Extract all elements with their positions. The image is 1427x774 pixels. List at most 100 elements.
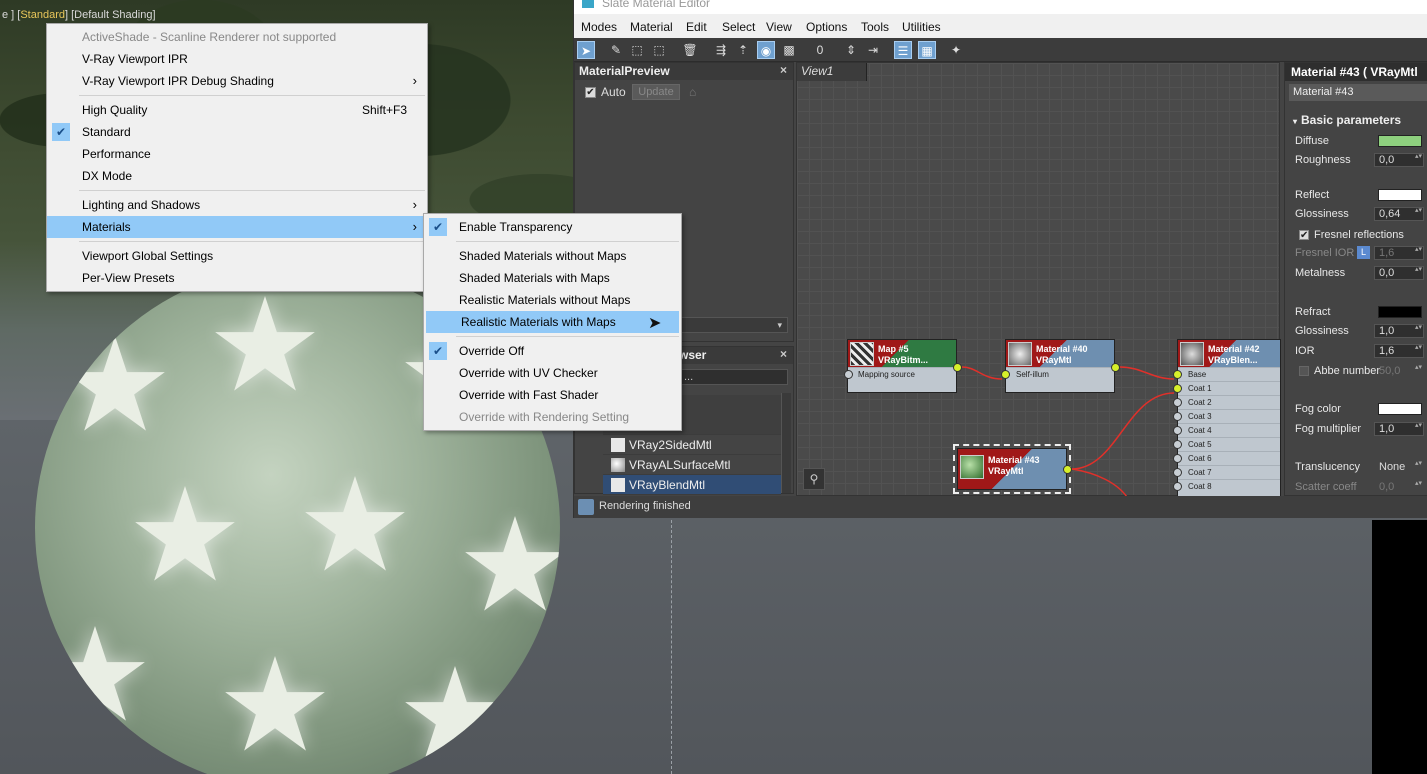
- menu-material[interactable]: Material: [630, 20, 673, 34]
- checkbox-unchecked-icon[interactable]: [1299, 366, 1309, 377]
- list-item[interactable]: VRayALSurfaceMtl: [603, 455, 781, 475]
- fresnel-ior-spinner[interactable]: 1,6: [1374, 246, 1424, 260]
- menu-options[interactable]: Options: [806, 20, 847, 34]
- checkbox-checked-icon[interactable]: ✔: [585, 87, 596, 99]
- menu-item-materials[interactable]: Materials ›: [47, 216, 427, 238]
- fresnel-checkbox[interactable]: ✔ Fresnel reflections: [1299, 229, 1404, 241]
- layout-all-icon[interactable]: ⇕: [842, 41, 860, 59]
- browser-scrollbar[interactable]: [781, 393, 791, 493]
- menu-item-enable-transparency[interactable]: ✔ Enable Transparency: [424, 216, 681, 238]
- node-slot[interactable]: Coat 8: [1173, 479, 1280, 493]
- node-slot[interactable]: Coat 2: [1173, 395, 1280, 409]
- menu-select[interactable]: Select: [722, 20, 755, 34]
- abbe-spinner[interactable]: 50,0: [1374, 364, 1424, 378]
- slot-input-dot[interactable]: [1173, 482, 1182, 491]
- node-map5[interactable]: Map #5 VRayBitm... Mapping source: [844, 339, 962, 393]
- menu-item-high-quality[interactable]: High Quality Shift+F3: [47, 99, 427, 121]
- viewport-label[interactable]: e ] [Standard] [Default Shading]: [2, 9, 156, 21]
- update-button[interactable]: Update: [632, 84, 680, 100]
- assign-material-icon[interactable]: ⬚: [628, 41, 646, 59]
- diffuse-swatch[interactable]: [1378, 135, 1422, 147]
- node-slot[interactable]: Coat 7: [1173, 465, 1280, 479]
- node-slot[interactable]: Base: [1173, 367, 1280, 381]
- binoculars-icon[interactable]: ⚲: [803, 468, 825, 490]
- list-item[interactable]: VRayBlendMtl: [603, 475, 781, 495]
- layout-children-icon[interactable]: ⇥: [864, 41, 882, 59]
- node-header[interactable]: Map #5 VRayBitm...: [848, 340, 956, 367]
- panel-header[interactable]: MaterialPreview ×: [575, 63, 793, 80]
- node-slot[interactable]: Coat 3: [1173, 409, 1280, 423]
- menu-modes[interactable]: Modes: [581, 20, 617, 34]
- sample-type-icon[interactable]: 0: [811, 41, 829, 59]
- abbe-checkbox[interactable]: Abbe number: [1299, 365, 1380, 377]
- node-slot[interactable]: Coat 5: [1173, 437, 1280, 451]
- slot-input-dot[interactable]: [1173, 370, 1182, 379]
- node-slot[interactable]: Self-illum: [1001, 367, 1114, 381]
- material-map-navigator-icon[interactable]: ☰: [894, 41, 912, 59]
- close-icon[interactable]: ×: [780, 347, 787, 361]
- translucency-dropdown[interactable]: None: [1374, 460, 1424, 474]
- preview-dropdown[interactable]: ▾: [680, 317, 788, 333]
- menu-item-global-settings[interactable]: Viewport Global Settings: [47, 245, 427, 267]
- close-icon[interactable]: ×: [780, 63, 787, 77]
- roughness-spinner[interactable]: 0,0: [1374, 153, 1424, 167]
- move-children-icon[interactable]: ⇶: [712, 41, 730, 59]
- parameter-editor-icon[interactable]: ▦: [918, 41, 936, 59]
- eyedropper-icon[interactable]: ✎: [607, 41, 625, 59]
- menu-item-override-uv-checker[interactable]: Override with UV Checker: [424, 362, 681, 384]
- menu-item-override-rendering[interactable]: Override with Rendering Setting: [424, 406, 681, 428]
- menu-item-standard[interactable]: ✔ Standard: [47, 121, 427, 143]
- node-header[interactable]: Material #43 VRayMtl: [958, 449, 1066, 489]
- put-to-scene-icon[interactable]: ⬚: [650, 41, 668, 59]
- fog-multiplier-spinner[interactable]: 1,0: [1374, 422, 1424, 436]
- ior-spinner[interactable]: 1,6: [1374, 344, 1424, 358]
- glossiness-spinner[interactable]: 0,64: [1374, 207, 1424, 221]
- slot-input-dot[interactable]: [1173, 468, 1182, 477]
- menu-item-performance[interactable]: Performance: [47, 143, 427, 165]
- node-output-dot[interactable]: [1111, 363, 1120, 372]
- rollout-basic-parameters[interactable]: ▾ Basic parameters: [1293, 113, 1401, 127]
- viewport-shading-mode[interactable]: Standard: [20, 9, 65, 21]
- select-tool-icon[interactable]: ➤: [577, 41, 595, 59]
- menu-item-vray-ipr-debug[interactable]: V-Ray Viewport IPR Debug Shading ›: [47, 70, 427, 92]
- slot-input-dot[interactable]: [1173, 440, 1182, 449]
- scatter-spinner[interactable]: 0,0: [1374, 480, 1424, 494]
- node-header[interactable]: Material #42 VRayBlen...: [1178, 340, 1280, 367]
- fog-color-swatch[interactable]: [1378, 403, 1422, 415]
- node-material43[interactable]: Material #43 VRayMtl: [953, 444, 1072, 494]
- list-item[interactable]: VRay2SidedMtl: [603, 435, 781, 455]
- slate-title-bar[interactable]: Slate Material Editor: [574, 0, 1427, 14]
- hide-unused-icon[interactable]: ⇡: [734, 41, 752, 59]
- menu-item-per-view-presets[interactable]: Per-View Presets: [47, 267, 427, 289]
- menu-item-dx-mode[interactable]: DX Mode: [47, 165, 427, 187]
- slot-input-dot[interactable]: [1173, 398, 1182, 407]
- node-view[interactable]: View1 Map #5 VRayBitm... Mapping source …: [796, 62, 1281, 497]
- node-slot[interactable]: Mapping source: [844, 367, 956, 381]
- auto-checkbox[interactable]: ✔ Auto: [585, 85, 626, 99]
- menu-view[interactable]: View: [766, 20, 792, 34]
- menu-utilities[interactable]: Utilities: [902, 20, 941, 34]
- menu-edit[interactable]: Edit: [686, 20, 707, 34]
- node-output-dot[interactable]: [953, 363, 962, 372]
- slot-input-dot[interactable]: [1173, 454, 1182, 463]
- reflect-swatch[interactable]: [1378, 189, 1422, 201]
- refract-swatch[interactable]: [1378, 306, 1422, 318]
- menu-item-activeshade[interactable]: ActiveShade - Scanline Renderer not supp…: [47, 26, 427, 48]
- node-material40[interactable]: Material #40 VRayMtl Self-illum: [1001, 339, 1120, 393]
- menu-item-vray-ipr[interactable]: V-Ray Viewport IPR: [47, 48, 427, 70]
- slot-input-dot[interactable]: [1001, 370, 1010, 379]
- node-output-dot[interactable]: [1063, 465, 1072, 474]
- metalness-spinner[interactable]: 0,0: [1374, 266, 1424, 280]
- show-background-icon[interactable]: ▩: [780, 41, 798, 59]
- menu-item-override-fast-shader[interactable]: Override with Fast Shader: [424, 384, 681, 406]
- node-header[interactable]: Material #40 VRayMtl: [1006, 340, 1114, 367]
- lock-icon[interactable]: L: [1357, 246, 1370, 259]
- node-material42[interactable]: Material #42 VRayBlen... Base Coat 1 Coa…: [1173, 339, 1281, 497]
- checkbox-checked-icon[interactable]: ✔: [1299, 230, 1309, 241]
- preview-options-icon[interactable]: ⌂: [689, 85, 696, 99]
- slot-input-dot[interactable]: [844, 370, 853, 379]
- menu-item-realistic-no-maps[interactable]: Realistic Materials without Maps: [424, 289, 681, 311]
- menu-item-realistic-maps[interactable]: Realistic Materials with Maps ➤: [426, 311, 679, 333]
- delete-icon[interactable]: 🗑: [681, 41, 699, 59]
- refr-glossiness-spinner[interactable]: 1,0: [1374, 324, 1424, 338]
